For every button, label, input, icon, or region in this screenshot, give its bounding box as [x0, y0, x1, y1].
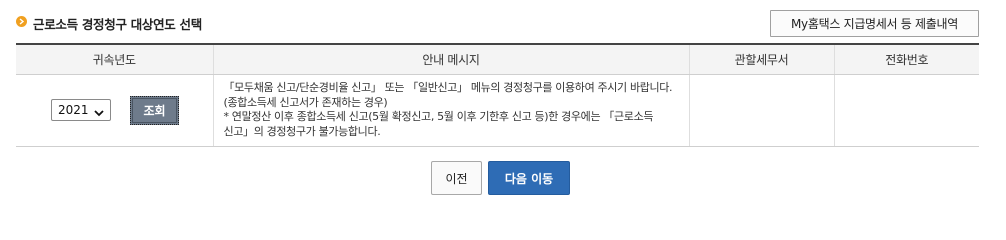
chevron-down-icon: [94, 106, 104, 120]
year-select-value: 2021: [58, 102, 89, 117]
header-tax-office: 관할세무서: [688, 43, 834, 75]
payment-statement-history-button[interactable]: My홈택스 지급명세서 등 제출내역: [770, 10, 979, 37]
next-button[interactable]: 다음 이동: [488, 161, 570, 195]
table-row: 2021 조회 「모두채움 신고/단순경비율 신고」 또는 「일반신고」 메뉴의…: [16, 74, 979, 147]
table-header-row: 귀속년도 안내 메시지 관할세무서 전화번호: [16, 43, 979, 75]
section-header: 근로소득 경정청구 대상연도 선택 My홈택스 지급명세서 등 제출내역: [0, 0, 1006, 44]
chevron-right-circle-icon: [16, 16, 27, 27]
year-select[interactable]: 2021: [51, 98, 111, 121]
guidance-message: 「모두채움 신고/단순경비율 신고」 또는 「일반신고」 메뉴의 경정청구를 이…: [224, 81, 679, 139]
year-selection-table: 귀속년도 안내 메시지 관할세무서 전화번호 2021 조회 「모두채움 신고/…: [16, 43, 979, 147]
header-message: 안내 메시지: [212, 43, 689, 75]
guidance-message-line-2: * 연말정산 이후 종합소득세 신고(5월 확정신고, 5월 이후 기한후 신고…: [223, 110, 654, 138]
section-title: 근로소득 경정청구 대상연도 선택: [33, 17, 202, 32]
header-year: 귀속년도: [16, 43, 213, 75]
phone-cell: [833, 74, 979, 147]
header-phone: 전화번호: [833, 43, 979, 75]
year-cell: 2021 조회: [16, 74, 213, 147]
inquiry-button[interactable]: 조회: [130, 95, 179, 125]
prev-button[interactable]: 이전: [431, 161, 482, 195]
message-cell: 「모두채움 신고/단순경비율 신고」 또는 「일반신고」 메뉴의 경정청구를 이…: [212, 74, 689, 147]
tax-office-cell: [688, 74, 834, 147]
guidance-message-line-1: 「모두채움 신고/단순경비율 신고」 또는 「일반신고」 메뉴의 경정청구를 이…: [223, 81, 673, 109]
